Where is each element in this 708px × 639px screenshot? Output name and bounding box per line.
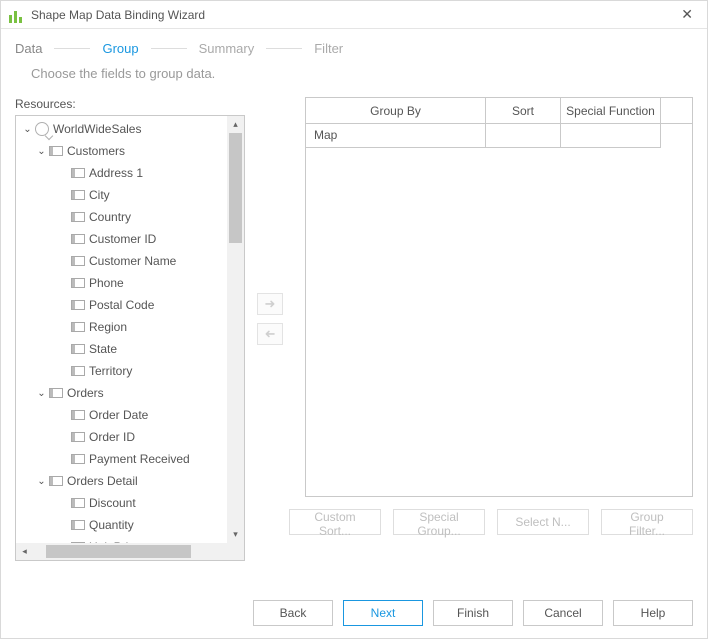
field-icon bbox=[71, 432, 85, 442]
step-group[interactable]: Group bbox=[102, 41, 138, 56]
field-icon bbox=[71, 520, 85, 530]
remove-button[interactable]: ➜ bbox=[257, 323, 283, 345]
chevron-down-icon[interactable]: ⌄ bbox=[36, 388, 47, 399]
chevron-down-icon[interactable]: ⌄ bbox=[36, 476, 47, 487]
table-icon bbox=[49, 388, 63, 398]
field-icon bbox=[71, 212, 85, 222]
step-separator bbox=[151, 48, 187, 49]
back-button[interactable]: Back bbox=[253, 600, 333, 626]
step-separator bbox=[266, 48, 302, 49]
add-button[interactable]: ➜ bbox=[257, 293, 283, 315]
scroll-corner bbox=[227, 543, 244, 560]
tree-label: Customers bbox=[67, 144, 125, 158]
tree-datasource[interactable]: ⌄ WorldWideSales bbox=[16, 118, 227, 140]
field-icon bbox=[71, 344, 85, 354]
scroll-down-icon[interactable]: ▾ bbox=[227, 526, 244, 543]
tree-field[interactable]: Unit Price bbox=[16, 536, 227, 543]
field-icon bbox=[71, 234, 85, 244]
field-icon bbox=[71, 168, 85, 178]
scroll-up-icon[interactable]: ▴ bbox=[227, 116, 244, 133]
tree-label: WorldWideSales bbox=[53, 122, 141, 136]
tree-field[interactable]: Discount bbox=[16, 492, 227, 514]
field-icon bbox=[71, 322, 85, 332]
tree-field[interactable]: Customer ID bbox=[16, 228, 227, 250]
step-data[interactable]: Data bbox=[15, 41, 42, 56]
field-icon bbox=[71, 410, 85, 420]
next-button[interactable]: Next bbox=[343, 600, 423, 626]
tree-field[interactable]: Customer Name bbox=[16, 250, 227, 272]
cancel-button[interactable]: Cancel bbox=[523, 600, 603, 626]
tree-field[interactable]: Address 1 bbox=[16, 162, 227, 184]
custom-sort-button[interactable]: Custom Sort... bbox=[289, 509, 381, 535]
tree-table[interactable]: ⌄ Customers bbox=[16, 140, 227, 162]
tree-field[interactable]: Region bbox=[16, 316, 227, 338]
field-icon bbox=[71, 256, 85, 266]
special-group-button[interactable]: Special Group... bbox=[393, 509, 485, 535]
cell-special[interactable] bbox=[561, 124, 661, 148]
wizard-footer: Back Next Finish Cancel Help bbox=[1, 600, 707, 626]
app-icon bbox=[9, 7, 25, 23]
close-icon[interactable]: ✕ bbox=[675, 4, 699, 25]
field-icon bbox=[71, 498, 85, 508]
table-icon bbox=[49, 146, 63, 156]
tree-field[interactable]: Postal Code bbox=[16, 294, 227, 316]
tree-field[interactable]: Order Date bbox=[16, 404, 227, 426]
tree-table[interactable]: ⌄ Orders Detail bbox=[16, 470, 227, 492]
cell-group-by[interactable]: Map bbox=[306, 124, 486, 148]
field-icon bbox=[71, 190, 85, 200]
finish-button[interactable]: Finish bbox=[433, 600, 513, 626]
wizard-steps: Data Group Summary Filter bbox=[1, 29, 707, 62]
column-header-special[interactable]: Special Function bbox=[561, 98, 661, 124]
tree-field[interactable]: Phone bbox=[16, 272, 227, 294]
resources-tree: ⌄ WorldWideSales ⌄ Customers Address 1 C… bbox=[15, 115, 245, 561]
tree-field[interactable]: City bbox=[16, 184, 227, 206]
tree-table[interactable]: ⌄ Orders bbox=[16, 382, 227, 404]
chevron-down-icon[interactable]: ⌄ bbox=[22, 124, 33, 135]
wizard-subtitle: Choose the fields to group data. bbox=[1, 62, 707, 95]
scroll-thumb[interactable] bbox=[46, 545, 191, 558]
column-header-sort[interactable]: Sort bbox=[486, 98, 561, 124]
scroll-left-icon[interactable]: ◂ bbox=[16, 543, 33, 560]
field-icon bbox=[71, 278, 85, 288]
group-by-grid: Group By Sort Special Function Map bbox=[305, 97, 693, 497]
chevron-down-icon[interactable]: ⌄ bbox=[36, 146, 47, 157]
step-separator bbox=[54, 48, 90, 49]
step-summary[interactable]: Summary bbox=[199, 41, 255, 56]
table-icon bbox=[49, 476, 63, 486]
step-filter[interactable]: Filter bbox=[314, 41, 343, 56]
cell-sort[interactable] bbox=[486, 124, 561, 148]
title-bar: Shape Map Data Binding Wizard ✕ bbox=[1, 1, 707, 29]
field-icon bbox=[71, 454, 85, 464]
horizontal-scrollbar[interactable]: ◂ ▸ bbox=[16, 543, 244, 560]
tree-field[interactable]: Country bbox=[16, 206, 227, 228]
column-header-group-by[interactable]: Group By bbox=[306, 98, 486, 124]
tree-field[interactable]: Territory bbox=[16, 360, 227, 382]
help-button[interactable]: Help bbox=[613, 600, 693, 626]
tree-field[interactable]: State bbox=[16, 338, 227, 360]
datasource-icon bbox=[35, 122, 49, 136]
tree-field[interactable]: Order ID bbox=[16, 426, 227, 448]
tree-field[interactable]: Payment Received bbox=[16, 448, 227, 470]
scroll-thumb[interactable] bbox=[229, 133, 242, 243]
select-n-button[interactable]: Select N... bbox=[497, 509, 589, 535]
tree-field[interactable]: Quantity bbox=[16, 514, 227, 536]
field-icon bbox=[71, 300, 85, 310]
group-filter-button[interactable]: Group Filter... bbox=[601, 509, 693, 535]
vertical-scrollbar[interactable]: ▴ ▾ bbox=[227, 116, 244, 543]
field-icon bbox=[71, 366, 85, 376]
window-title: Shape Map Data Binding Wizard bbox=[31, 8, 205, 22]
table-row[interactable]: Map bbox=[306, 124, 692, 148]
